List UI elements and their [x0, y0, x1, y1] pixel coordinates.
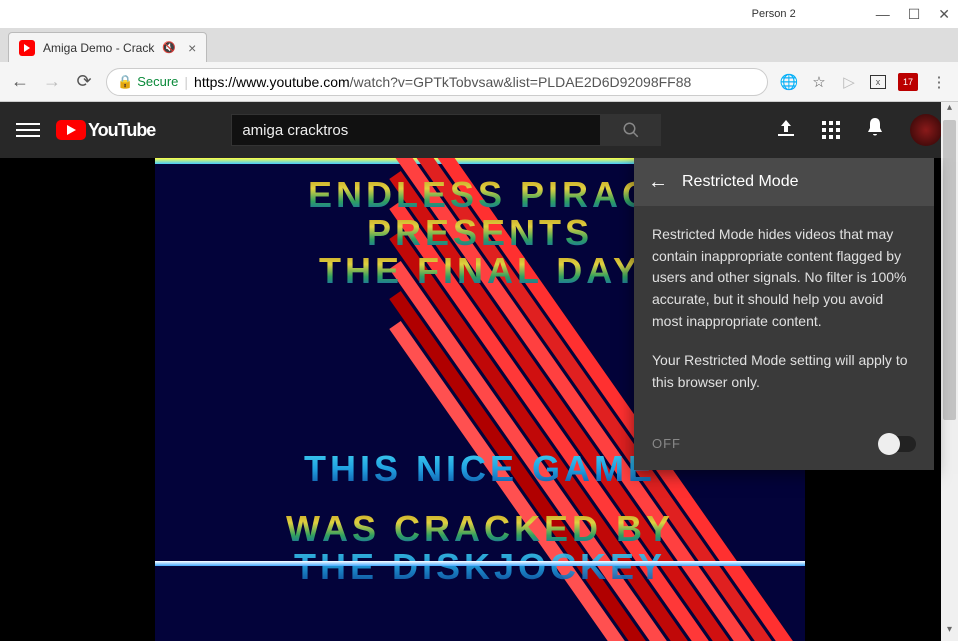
forward-button: → — [42, 72, 62, 92]
restricted-mode-panel: ← Restricted Mode Restricted Mode hides … — [634, 158, 934, 470]
youtube-play-icon — [56, 120, 86, 140]
extension-icon[interactable]: x — [870, 75, 886, 89]
search-button[interactable] — [601, 114, 661, 146]
back-button[interactable]: ← — [10, 72, 30, 92]
restricted-mode-toggle[interactable] — [878, 436, 916, 452]
demo-line-6: THE DISKJOCKEY — [155, 548, 805, 586]
youtube-favicon-icon — [19, 40, 35, 56]
browser-tabstrip: Amiga Demo - Crack 🔇 × — [0, 28, 958, 62]
lock-icon: 🔒 — [117, 74, 133, 90]
demo-line-5: WAS CRACKED BY — [155, 510, 805, 548]
toggle-label: OFF — [652, 436, 681, 451]
panel-description-1: Restricted Mode hides videos that may co… — [652, 224, 916, 332]
tab-audio-icon[interactable]: 🔇 — [162, 41, 176, 54]
close-icon[interactable]: ✕ — [938, 6, 950, 23]
scroll-up-icon[interactable]: ▴ — [941, 102, 958, 119]
search-input[interactable] — [231, 114, 601, 146]
tab-close-icon[interactable]: × — [188, 40, 196, 56]
minimize-icon[interactable]: — — [876, 6, 890, 22]
panel-body: Restricted Mode hides videos that may co… — [634, 206, 934, 426]
panel-back-icon[interactable]: ← — [648, 171, 668, 194]
header-actions — [776, 114, 942, 146]
tab-title: Amiga Demo - Crack — [43, 41, 154, 55]
scroll-down-icon[interactable]: ▾ — [941, 624, 958, 641]
addressbar-icons: 🌐 ☆ ▷ x 17 ⋮ — [780, 73, 948, 91]
reload-button[interactable]: ⟳ — [74, 72, 94, 92]
youtube-logo[interactable]: YouTube — [56, 120, 155, 141]
panel-header: ← Restricted Mode — [634, 158, 934, 206]
maximize-icon[interactable]: ☐ — [908, 6, 921, 23]
hamburger-icon[interactable] — [16, 118, 40, 142]
toggle-knob — [878, 433, 900, 455]
youtube-header: YouTube — [0, 102, 958, 158]
restricted-mode-toggle-row: OFF — [634, 426, 934, 470]
upload-icon[interactable] — [776, 120, 796, 141]
youtube-logo-text: YouTube — [88, 120, 155, 141]
panel-description-2: Your Restricted Mode setting will apply … — [652, 350, 916, 393]
cast-icon[interactable]: ▷ — [840, 73, 858, 91]
scrollbar-thumb[interactable] — [943, 120, 956, 420]
browser-addressbar: ← → ⟳ 🔒 Secure | https://www.youtube.com… — [0, 62, 958, 102]
search-form — [231, 114, 661, 146]
url-text: https://www.youtube.com/watch?v=GPTkTobv… — [194, 74, 691, 90]
page-content: ENDLESS PIRAC PRESENTS THE FINAL DAY THI… — [0, 158, 958, 641]
menu-icon[interactable]: ⋮ — [930, 73, 948, 91]
vertical-scrollbar[interactable]: ▴ ▾ — [941, 102, 958, 641]
window-controls: — ☐ ✕ — [876, 6, 950, 23]
panel-title: Restricted Mode — [682, 173, 799, 191]
search-icon — [622, 121, 640, 139]
profile-label: Person 2 — [752, 8, 796, 20]
secure-indicator: 🔒 Secure — [117, 74, 178, 90]
adblock-badge-icon[interactable]: 17 — [898, 73, 918, 91]
window-titlebar: Person 2 — ☐ ✕ — [0, 0, 958, 28]
avatar[interactable] — [910, 114, 942, 146]
apps-icon[interactable] — [822, 121, 840, 139]
secure-label: Secure — [137, 74, 178, 89]
notifications-icon[interactable] — [866, 118, 884, 143]
url-input[interactable]: 🔒 Secure | https://www.youtube.com/watch… — [106, 68, 768, 96]
star-icon[interactable]: ☆ — [810, 73, 828, 91]
browser-tab[interactable]: Amiga Demo - Crack 🔇 × — [8, 32, 207, 62]
translate-icon[interactable]: 🌐 — [780, 73, 798, 91]
